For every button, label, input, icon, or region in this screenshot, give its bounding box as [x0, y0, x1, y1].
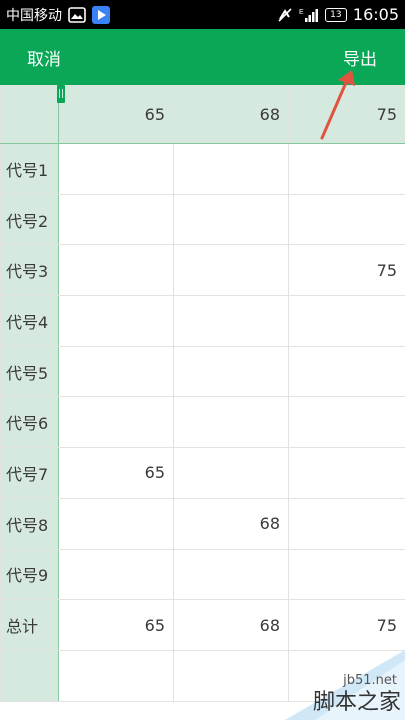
row-header[interactable]: 代号2: [0, 193, 59, 246]
status-bar: 中国移动 E 13 16:05: [0, 0, 405, 29]
row-header[interactable]: 代号9: [0, 548, 59, 601]
grid-cell[interactable]: 75: [288, 244, 405, 297]
image-notification-icon: [68, 6, 86, 23]
table-row: 代号7 65: [0, 447, 405, 499]
row-header[interactable]: 代号8: [0, 497, 59, 550]
row-header[interactable]: 代号4: [0, 295, 59, 347]
table-row: 代号5: [0, 345, 405, 398]
row-header[interactable]: 总计: [0, 599, 59, 651]
grid-cell[interactable]: [173, 447, 289, 499]
grid-cell[interactable]: [288, 345, 405, 398]
grid-cell[interactable]: [288, 193, 405, 246]
grid-cell[interactable]: [288, 447, 405, 499]
grid-cell[interactable]: [173, 548, 289, 601]
table-row: 代号8 68: [0, 497, 405, 550]
grid-cell[interactable]: [173, 345, 289, 398]
row-header[interactable]: 代号5: [0, 345, 59, 398]
grid-cell[interactable]: 65: [58, 447, 174, 499]
table-row: 总计 65 68 75: [0, 599, 405, 651]
table-row: 代号3 75: [0, 244, 405, 297]
grid-cell[interactable]: 68: [173, 599, 289, 651]
grid-cell[interactable]: [58, 497, 174, 550]
grid-cell[interactable]: [58, 244, 174, 297]
table-row: 代号4: [0, 295, 405, 347]
battery-icon: 13: [324, 7, 347, 22]
grid-cell[interactable]: [288, 649, 405, 702]
grid-cell[interactable]: [58, 295, 174, 347]
battery-level: 13: [330, 9, 342, 20]
grid-cell[interactable]: [173, 295, 289, 347]
corner-cell[interactable]: [0, 85, 59, 144]
column-resize-handle[interactable]: ||: [57, 85, 65, 103]
table-row: 代号2: [0, 193, 405, 246]
play-notification-icon: [92, 5, 110, 24]
row-header[interactable]: [0, 649, 59, 702]
mute-icon: [277, 7, 293, 23]
grid-cell[interactable]: [58, 396, 174, 449]
grid-cell[interactable]: [173, 244, 289, 297]
screen: 中国移动 E 13 16:05 取消 导出 65 68 75 代号1 代号2 代…: [0, 0, 405, 720]
grid-body: 代号1 代号2 代号3 75 代号4 代号5 代号6 代号7 65 代号8 68 代号9 总计 65 68 7…: [0, 143, 405, 702]
status-right: E 13 16:05: [277, 5, 399, 24]
spreadsheet-grid[interactable]: 65 68 75 代号1 代号2 代号3 75 代号4 代号5 代号6 代号7 65 代号8 68 代…: [0, 85, 405, 720]
clock: 16:05: [352, 5, 399, 24]
row-header[interactable]: 代号3: [0, 244, 59, 297]
grid-cell[interactable]: [288, 548, 405, 601]
column-header-1[interactable]: 65: [58, 85, 174, 144]
table-row: 代号9: [0, 548, 405, 601]
grid-cell[interactable]: [58, 649, 174, 702]
grid-cell[interactable]: [173, 396, 289, 449]
grid-cell[interactable]: [288, 143, 405, 195]
row-header[interactable]: 代号6: [0, 396, 59, 449]
column-header-2[interactable]: 68: [173, 85, 289, 144]
grid-cell[interactable]: [58, 193, 174, 246]
grid-cell[interactable]: [58, 143, 174, 195]
grid-cell[interactable]: [288, 497, 405, 550]
grid-cell[interactable]: [58, 548, 174, 601]
table-row: 代号1: [0, 143, 405, 195]
spreadsheet-table: 65 68 75 代号1 代号2 代号3 75 代号4 代号5 代号6 代号7 65 代号8 68 代…: [0, 85, 405, 702]
grid-cell[interactable]: 75: [288, 599, 405, 651]
grid-cell[interactable]: [58, 345, 174, 398]
table-row: [0, 649, 405, 702]
grid-cell[interactable]: [288, 295, 405, 347]
status-left: 中国移动: [6, 5, 110, 25]
grid-cell[interactable]: [288, 396, 405, 449]
network-type-label: E: [299, 9, 304, 16]
cancel-button[interactable]: 取消: [27, 45, 61, 70]
row-header[interactable]: 代号1: [0, 143, 59, 195]
grid-cell[interactable]: [173, 193, 289, 246]
grid-cell[interactable]: 65: [58, 599, 174, 651]
table-row: 代号6: [0, 396, 405, 449]
grid-cell[interactable]: [173, 649, 289, 702]
row-header[interactable]: 代号7: [0, 447, 59, 499]
export-button[interactable]: 导出: [343, 45, 377, 70]
grid-cell[interactable]: [173, 143, 289, 195]
carrier-label: 中国移动: [6, 7, 62, 24]
red-arrow-annotation: [320, 70, 355, 140]
signal-icon: E: [299, 7, 319, 23]
grid-cell[interactable]: 68: [173, 497, 289, 550]
